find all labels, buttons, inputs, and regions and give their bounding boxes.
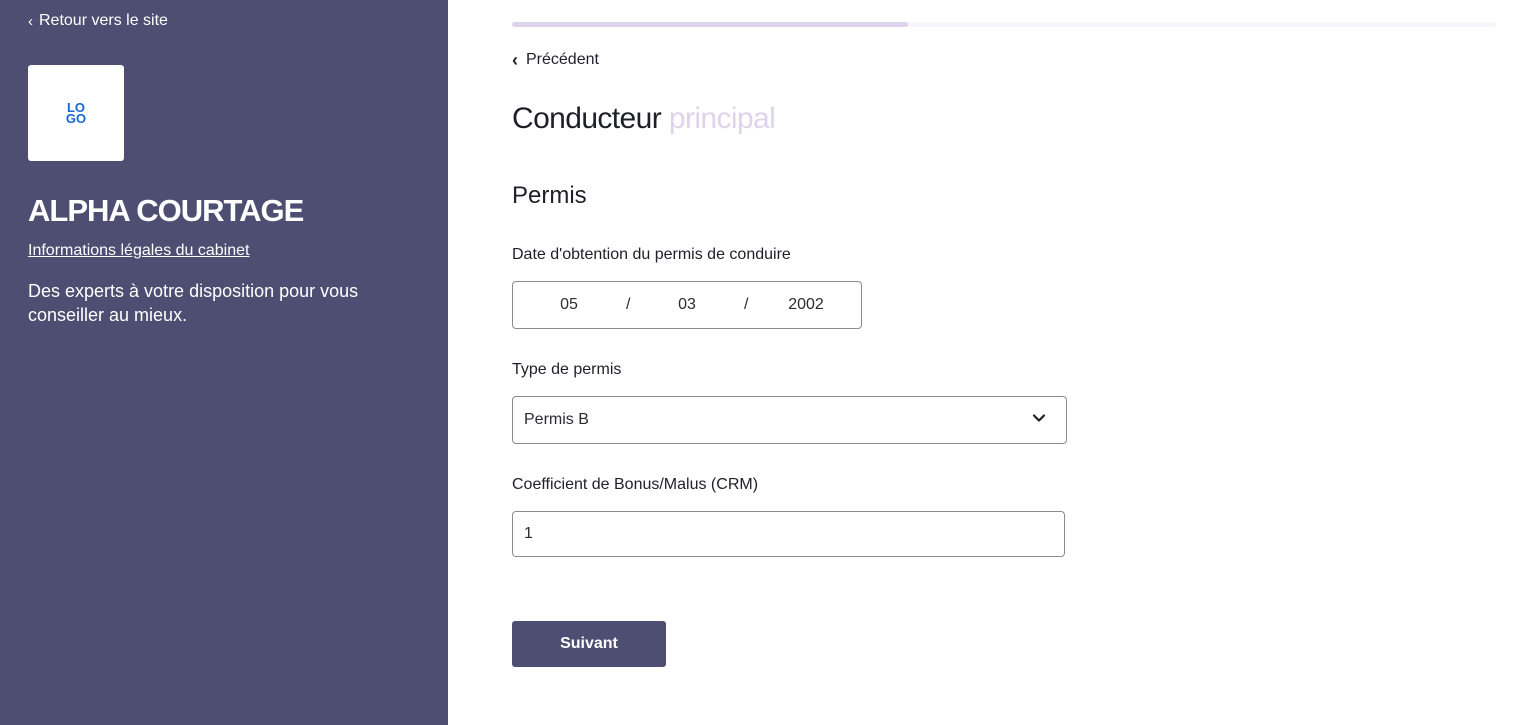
- previous-label: Précédent: [526, 51, 599, 68]
- license-date-field: / /: [512, 281, 862, 329]
- page-title-main: Conducteur: [512, 102, 662, 135]
- license-type-value: Permis B: [524, 411, 589, 428]
- date-separator: /: [744, 296, 749, 313]
- legal-info-link[interactable]: Informations légales du cabinet: [28, 242, 249, 260]
- sidebar: ‹ Retour vers le site LOGO ALPHA COURTAG…: [0, 0, 448, 725]
- chevron-left-icon: ‹: [512, 50, 518, 70]
- logo: LOGO: [28, 65, 124, 161]
- license-date-label: Date d'obtention du permis de conduire: [512, 246, 791, 263]
- tagline: Des experts à votre disposition pour vou…: [28, 281, 359, 325]
- page-title-accent: principal: [668, 102, 776, 135]
- back-to-site-label: Retour vers le site: [39, 12, 168, 29]
- page-title: Conducteur principal: [512, 102, 776, 136]
- crm-input[interactable]: [512, 511, 1065, 557]
- progress-bar: [512, 22, 1496, 27]
- license-type-select[interactable]: Permis B: [512, 396, 1067, 444]
- section-title: Permis: [512, 182, 587, 209]
- next-button[interactable]: Suivant: [512, 621, 666, 667]
- back-to-site-link[interactable]: ‹ Retour vers le site: [28, 12, 168, 30]
- previous-button[interactable]: ‹ Précédent: [512, 51, 599, 69]
- company-name: ALPHA COURTAGE: [28, 193, 304, 228]
- logo-text: LOGO: [65, 100, 87, 126]
- crm-label: Coefficient de Bonus/Malus (CRM): [512, 476, 759, 493]
- license-date-month-input[interactable]: [667, 296, 707, 314]
- license-date-day-input[interactable]: [549, 296, 589, 314]
- chevron-down-icon: [1032, 414, 1046, 422]
- progress-fill: [512, 22, 908, 27]
- license-date-year-input[interactable]: [779, 296, 833, 314]
- date-separator: /: [626, 296, 631, 313]
- license-type-label: Type de permis: [512, 361, 622, 378]
- chevron-left-icon: ‹: [28, 12, 33, 30]
